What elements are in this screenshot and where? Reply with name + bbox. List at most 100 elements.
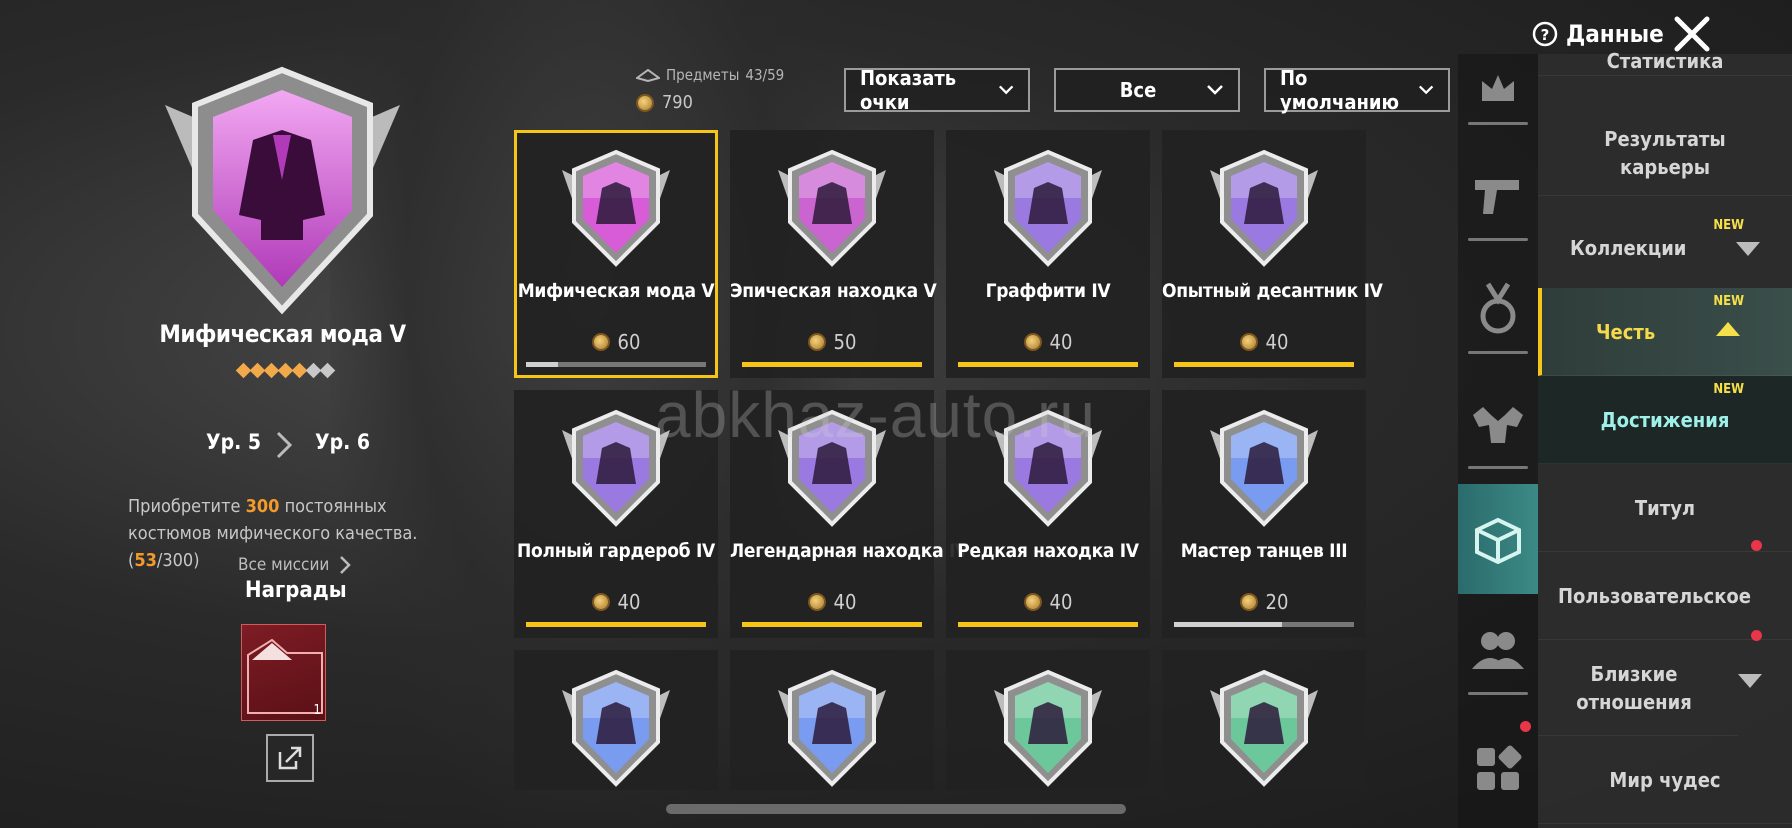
menu-close-relations[interactable]: Близкие отношения [1538,640,1738,736]
achievement-points: 50 [730,330,934,354]
points-value: 20 [1265,590,1289,614]
side-menu: Статистика Результаты карьеры Коллекции … [1538,49,1792,828]
points-coin-icon [591,333,610,351]
data-label: Данные [1566,20,1664,48]
menu-honor[interactable]: Честь NEW [1538,288,1792,376]
progress-fill [1174,362,1354,367]
menu-career-results[interactable]: Результаты карьеры [1538,110,1792,196]
points-value: 40 [1049,330,1073,354]
show-points-dropdown[interactable]: Показать очки [844,66,1030,114]
expand-down-icon [1736,242,1760,256]
chevron-right-icon [276,431,293,459]
points-coin-icon [591,593,610,611]
reward-item[interactable]: 1 [241,624,326,721]
star-icon [277,362,293,379]
rifle-icon [778,669,886,787]
progress-bar [1174,362,1354,367]
share-button[interactable] [266,734,314,782]
menu-collections[interactable]: Коллекции NEW [1538,200,1792,296]
divider [1468,122,1528,125]
achievement-name: Мастер танцев III [1180,540,1348,562]
points-value: 50 [833,330,857,354]
progress-fill [1174,622,1282,627]
points-coin-icon [636,93,654,112]
svg-text:?: ? [1541,26,1550,44]
progress-bar [526,622,706,627]
menu-custom[interactable]: Пользовательское [1538,552,1792,641]
achievement-name: Редкая находка IV [957,540,1139,562]
expand-down-icon [1738,674,1762,688]
menu-title[interactable]: Титул [1538,464,1792,552]
progress-fill [526,622,706,627]
points-coin-icon [807,593,826,611]
achievement-card[interactable]: Граффити IV 40 [946,130,1150,378]
items-counter: Предметы 43/59 [636,66,784,84]
achievement-points: 20 [1162,590,1366,614]
points-value: 60 [617,330,641,354]
data-button[interactable]: ? Данные [1532,20,1664,48]
star-icon [291,362,307,379]
new-badge: NEW [1713,294,1744,309]
star-icon [305,362,321,379]
pistol-icon[interactable] [1458,141,1538,251]
friends-icon[interactable] [1458,594,1538,704]
achievement-points: 40 [946,330,1150,354]
divider [1468,692,1528,695]
progress-fill [958,362,1138,367]
achievement-card[interactable] [514,650,718,790]
achievement-points: 60 [514,330,718,354]
progress-fill [742,622,922,627]
achievement-points: 40 [730,590,934,614]
star-icon [263,362,279,379]
star-rating [220,362,350,379]
menu-achievements[interactable]: Достижения NEW [1538,376,1792,464]
menu-wonder-world[interactable]: Мир чудес [1538,736,1792,824]
parachute-icon [1210,149,1318,267]
selected-title: Мифическая мода V [159,320,406,348]
muscle-icon[interactable] [1458,369,1538,479]
points-coin-icon [1023,593,1042,611]
medal-icon[interactable] [1458,254,1538,364]
share-icon [278,746,302,770]
achievement-card[interactable]: Опытный десантник IV 40 [1162,130,1383,378]
star-icon [319,362,335,379]
achievement-card[interactable] [730,650,934,790]
coat-icon [778,149,886,267]
achievement-points: 40 [946,590,1150,614]
points-coin-icon [1023,333,1042,351]
achievement-card[interactable]: Эпическая находка V 50 [730,130,937,378]
rewards-title: Награды [245,578,347,603]
chevron-down-icon [998,85,1013,95]
points-value: 40 [1049,590,1073,614]
achievement-name: Эпическая находка V [730,280,937,302]
achievement-points: 40 [1162,330,1366,354]
all-missions-link[interactable]: Все миссии [238,555,352,575]
menu-statistics[interactable]: Статистика [1538,46,1792,76]
achievement-card[interactable] [1162,650,1366,790]
progress-bar [742,622,922,627]
filter-all-dropdown[interactable]: Все [1054,68,1240,112]
crown-icon[interactable] [1458,34,1538,144]
achievement-card[interactable]: Мастер танцев III 20 [1162,390,1366,638]
notification-dot [1751,540,1762,551]
mythic-fashion-badge-icon [165,66,400,315]
watermark: abkhaz-auto.ru [655,379,1096,451]
sort-dropdown[interactable]: По умолчанию [1264,66,1450,114]
points-coin-icon [1239,333,1258,351]
points-counter: 790 [636,92,693,113]
horizontal-scrollbar[interactable] [666,804,1126,814]
progress-fill [742,362,922,367]
eagle-icon [562,669,670,787]
box-icon[interactable] [1458,484,1538,594]
level-current: Ур. 5 [206,430,261,454]
category-icon-bar [1458,54,1538,828]
graffiti-icon [994,149,1102,267]
apps-icon[interactable] [1458,714,1538,824]
achievement-card[interactable] [946,650,1150,790]
achievement-card[interactable]: Мифическая мода V 60 [514,130,718,378]
divider [1468,351,1528,354]
chevron-down-icon [1207,85,1223,95]
level-next: Ур. 6 [315,430,370,454]
progress-bar [958,362,1138,367]
achievement-name: Легендарная находка IV [730,540,968,562]
